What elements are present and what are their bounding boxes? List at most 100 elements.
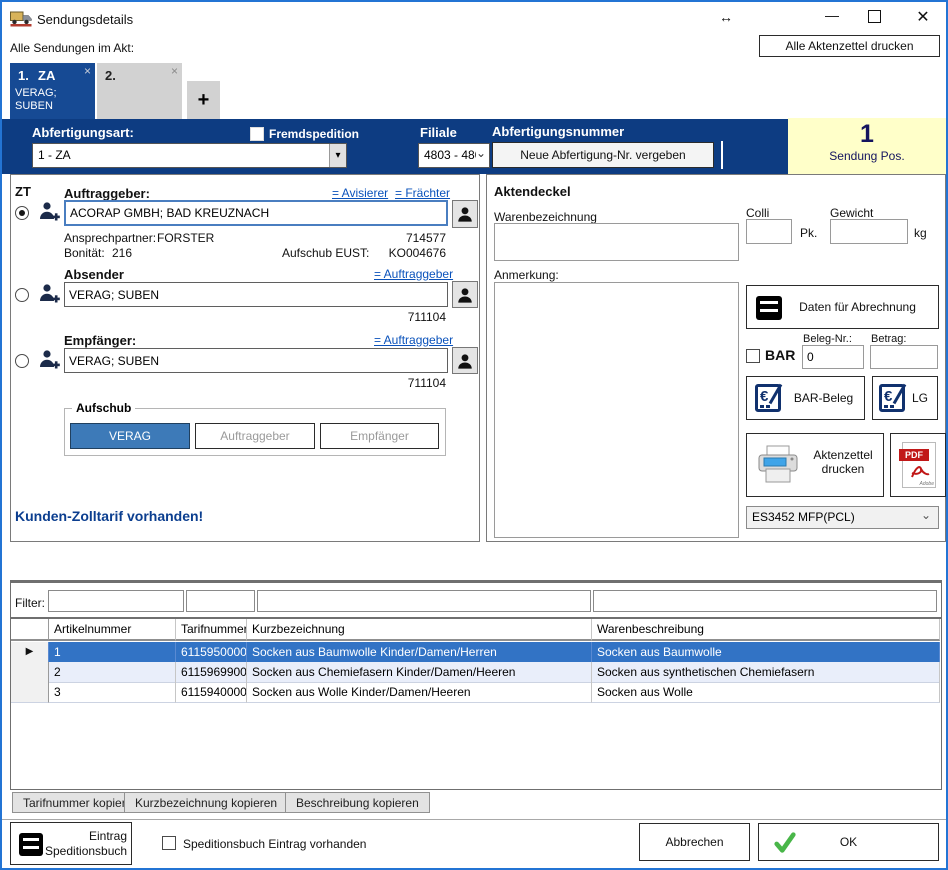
filter-input-kurzbezeichnung[interactable] xyxy=(257,590,591,612)
absender-contact-button[interactable] xyxy=(452,281,478,308)
cell-tarifnummer[interactable]: 61159699000 xyxy=(176,662,247,683)
empfaenger-input[interactable] xyxy=(64,348,448,373)
cell-kurzbezeichnung[interactable]: Socken aus Chemiefasern Kinder/Damen/Hee… xyxy=(247,662,592,683)
ok-button[interactable]: OK xyxy=(758,823,939,861)
pdf-export-button[interactable]: PDF Adobe xyxy=(890,433,946,497)
pdf-icon: PDF Adobe xyxy=(902,442,936,488)
close-button[interactable]: ✕ xyxy=(910,7,936,27)
header-selector-cell xyxy=(11,619,49,641)
tab-shipment-1[interactable]: 1. ZA × VERAG; SUBEN xyxy=(10,63,95,119)
column-header-warenbeschreibung[interactable]: Warenbeschreibung xyxy=(592,619,940,641)
maximize-button[interactable] xyxy=(868,10,881,23)
fremdspedition-checkbox[interactable] xyxy=(250,127,264,141)
aufschub-auftraggeber-button[interactable]: Auftraggeber xyxy=(195,423,315,449)
ansprechpartner-value: FORSTER xyxy=(157,231,214,245)
filter-input-artikelnummer[interactable] xyxy=(48,590,184,612)
empfaenger-auftraggeber-link[interactable]: = Auftraggeber xyxy=(374,333,453,347)
auftraggeber-input[interactable] xyxy=(64,200,448,226)
daten-fuer-abrechnung-button[interactable]: Daten für Abrechnung xyxy=(746,285,939,329)
minimize-button[interactable]: — xyxy=(820,7,844,23)
add-contact-icon[interactable] xyxy=(38,282,60,304)
bar-checkbox[interactable] xyxy=(746,349,760,363)
cancel-button[interactable]: Abbrechen xyxy=(639,823,750,861)
ansprechpartner-label: Ansprechpartner: xyxy=(64,231,156,245)
sendung-pos-count: 1 xyxy=(788,120,946,149)
tab1-line2: VERAG; xyxy=(15,87,57,99)
aktenzettel-drucken-button[interactable]: Aktenzettel drucken xyxy=(746,433,884,497)
cell-warenbeschreibung[interactable]: Socken aus Baumwolle xyxy=(592,642,940,663)
bar-beleg-button[interactable]: € BAR-Beleg xyxy=(746,376,865,420)
lg-button[interactable]: € LG xyxy=(872,376,938,420)
filiale-chevron-icon[interactable]: ⌄ xyxy=(476,146,486,160)
contact-person-icon xyxy=(456,352,474,370)
aufschub-verag-button[interactable]: VERAG xyxy=(70,423,190,449)
abfertigungsart-select[interactable]: 1 - ZA ▾ xyxy=(32,143,347,168)
zt-label: ZT xyxy=(15,184,31,199)
print-all-aktenzettel-button[interactable]: Alle Aktenzettel drucken xyxy=(759,35,940,57)
betrag-input[interactable] xyxy=(870,345,938,369)
row-marker-cell: ▶ xyxy=(11,642,49,663)
copy-beschreibung-button[interactable]: Beschreibung kopieren xyxy=(285,792,430,813)
row-marker-cell xyxy=(11,662,49,683)
empfaenger-radio[interactable] xyxy=(15,354,29,368)
eintrag-speditionsbuch-button[interactable]: Eintrag Speditionsbuch xyxy=(10,822,132,865)
euro-receipt-icon: € xyxy=(755,384,781,412)
tab2-close-icon[interactable]: × xyxy=(171,65,178,77)
window-title: Sendungsdetails xyxy=(37,12,133,27)
shipments-in-file-label: Alle Sendungen im Akt: xyxy=(10,41,134,55)
beleg-nr-label: Beleg-Nr.: xyxy=(803,333,852,345)
absender-input[interactable] xyxy=(64,282,448,307)
fraechter-link[interactable]: = Frächter xyxy=(395,186,450,200)
sendung-pos-label: Sendung Pos. xyxy=(788,149,946,163)
table-row[interactable]: 3 61159400000 Socken aus Wolle Kinder/Da… xyxy=(11,682,940,703)
cell-warenbeschreibung[interactable]: Socken aus synthetischen Chemiefasern xyxy=(592,662,940,683)
cell-artikelnummer[interactable]: 3 xyxy=(49,682,176,703)
filiale-select[interactable]: 4803 - 480 ⌄ xyxy=(418,143,490,168)
column-header-kurzbezeichnung[interactable]: Kurzbezeichnung xyxy=(247,619,592,641)
filter-input-warenbeschreibung[interactable] xyxy=(593,590,937,612)
absender-radio[interactable] xyxy=(15,288,29,302)
row-marker-cell xyxy=(11,682,49,703)
row-marker-icon: ▶ xyxy=(26,646,34,657)
auftraggeber-radio[interactable] xyxy=(15,206,29,220)
tab-shipment-2[interactable]: 2. × xyxy=(97,63,182,119)
cell-kurzbezeichnung[interactable]: Socken aus Wolle Kinder/Damen/Heeren xyxy=(247,682,592,703)
filter-input-tarifnummer[interactable] xyxy=(186,590,255,612)
gewicht-input[interactable] xyxy=(830,219,908,244)
resize-icon[interactable]: ↔ xyxy=(714,9,738,25)
aufschub-empfaenger-button[interactable]: Empfänger xyxy=(320,423,439,449)
add-contact-icon[interactable] xyxy=(38,200,60,222)
add-contact-icon[interactable] xyxy=(38,348,60,370)
cell-tarifnummer[interactable]: 61159500000 xyxy=(176,642,247,663)
add-tab-button[interactable]: + xyxy=(187,81,220,119)
empfaenger-contact-button[interactable] xyxy=(452,347,478,374)
warenbezeichnung-input[interactable] xyxy=(494,223,739,261)
printer-chevron-icon[interactable]: ⌄ xyxy=(921,508,931,522)
avisierer-link[interactable]: = Avisierer xyxy=(332,186,388,200)
abfertigungsart-arrow-icon[interactable]: ▾ xyxy=(329,144,346,167)
cell-artikelnummer[interactable]: 1 xyxy=(49,642,176,663)
neue-abfertigungsnr-button[interactable]: Neue Abfertigung-Nr. vergeben xyxy=(492,142,714,168)
cell-warenbeschreibung[interactable]: Socken aus Wolle xyxy=(592,682,940,703)
auftraggeber-contact-button[interactable] xyxy=(452,200,478,228)
column-header-artikelnummer[interactable]: Artikelnummer xyxy=(49,619,176,641)
daten-button-label: Daten für Abrechnung xyxy=(799,300,916,314)
anmerkung-label: Anmerkung: xyxy=(494,268,559,282)
cell-artikelnummer[interactable]: 2 xyxy=(49,662,176,683)
absender-auftraggeber-link[interactable]: = Auftraggeber xyxy=(374,267,453,281)
anmerkung-textarea[interactable] xyxy=(494,282,739,538)
beleg-nr-input[interactable] xyxy=(802,345,864,369)
speditionsbuch-checkbox[interactable] xyxy=(162,836,176,850)
app-truck-icon xyxy=(10,9,32,27)
table-row[interactable]: 2 61159699000 Socken aus Chemiefasern Ki… xyxy=(11,662,940,683)
printer-select[interactable]: ES3452 MFP(PCL) ⌄ xyxy=(746,506,939,529)
tab1-type: ZA xyxy=(38,68,55,83)
table-row[interactable]: ▶ 1 61159500000 Socken aus Baumwolle Kin… xyxy=(11,642,940,663)
colli-input[interactable] xyxy=(746,219,792,244)
cell-kurzbezeichnung[interactable]: Socken aus Baumwolle Kinder/Damen/Herren xyxy=(247,642,592,663)
tab1-close-icon[interactable]: × xyxy=(84,65,91,77)
aktendeckel-title: Aktendeckel xyxy=(494,184,571,199)
copy-kurzbezeichnung-button[interactable]: Kurzbezeichnung kopieren xyxy=(124,792,288,813)
column-header-tarifnummer[interactable]: Tarifnummer xyxy=(176,619,247,641)
cell-tarifnummer[interactable]: 61159400000 xyxy=(176,682,247,703)
